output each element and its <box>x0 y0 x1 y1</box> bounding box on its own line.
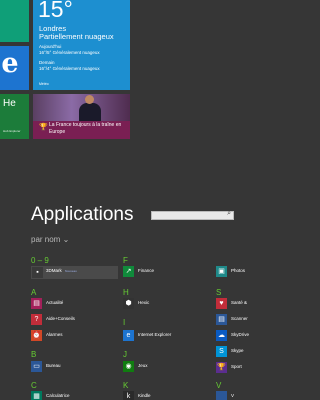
app-skype[interactable]: S Skype <box>216 346 250 358</box>
trophy-icon: 🏆 <box>39 124 48 131</box>
hexic-icon: ⬢ <box>123 298 134 309</box>
alarm-icon: ⏰ <box>31 330 42 341</box>
finance-icon: ↗ <box>123 266 134 277</box>
weather-tile[interactable]: 15° Londres Partiellement nuageux Aujour… <box>33 0 130 90</box>
weather-today-label: Aujourd'hui <box>39 44 62 49</box>
app-sante[interactable]: ♥ Santé & <box>216 298 250 310</box>
group-header-s[interactable]: S <box>216 288 221 297</box>
app-calculatrice[interactable]: ▦ Calculatrice <box>31 391 121 400</box>
health-tile[interactable]: He Hub Explorer <box>0 94 29 139</box>
search-icon[interactable]: ⌕ <box>227 210 231 218</box>
weather-condition: Partiellement nuageux <box>39 32 114 41</box>
app-bureau[interactable]: ▭ Bureau <box>31 361 121 373</box>
games-icon: ◉ <box>123 361 134 372</box>
app-calculatrice-label: Calculatrice <box>46 393 70 398</box>
group-header-v[interactable]: V <box>216 381 221 390</box>
app-icon <box>216 391 227 400</box>
weather-app-name: Météo <box>39 82 49 86</box>
app-3dmark[interactable]: ▪ 3DMark Nouveau <box>31 266 118 279</box>
app-hexic[interactable]: ⬢ Hexic <box>123 298 213 310</box>
app-3dmark-label: 3DMark <box>46 268 62 273</box>
scanner-icon: ▤ <box>216 314 227 325</box>
3dmark-icon: ▪ <box>32 267 43 278</box>
app-kindle[interactable]: k Kindle <box>123 391 213 400</box>
app-skydrive[interactable]: ☁ SkyDrive <box>216 330 250 342</box>
app-jeux-label: Jeux <box>138 363 148 368</box>
app-v[interactable]: V <box>216 391 250 400</box>
news-photo-player-head <box>85 95 94 104</box>
sort-by-name-dropdown[interactable]: par nom ⌄ <box>31 235 69 244</box>
weather-today-forecast: 16°/5° Généralement nuageux <box>39 50 100 55</box>
app-skype-label: Skype <box>231 348 244 353</box>
app-scanner-label: Scanner <box>231 316 248 321</box>
news-headline: La France toujours à la traîne en Europe <box>49 122 122 135</box>
group-header-h[interactable]: H <box>123 288 129 297</box>
app-kindle-label: Kindle <box>138 393 151 398</box>
skype-icon: S <box>216 346 227 357</box>
app-aide-conseils-label: Aide+Conseils <box>46 316 75 321</box>
photos-icon: ▣ <box>216 266 227 277</box>
app-jeux[interactable]: ◉ Jeux <box>123 361 213 373</box>
app-sport-label: Sport <box>231 364 242 369</box>
group-header-f[interactable]: F <box>123 256 128 265</box>
news-tile[interactable]: 🏆 La France toujours à la traîne en Euro… <box>33 94 130 139</box>
health-tile-title: He <box>3 98 16 109</box>
internet-explorer-tile[interactable]: e <box>0 46 29 90</box>
news-icon: ▤ <box>31 298 42 309</box>
app-alarmes[interactable]: ⏰ Alarmes <box>31 330 121 342</box>
group-header-i[interactable]: I <box>123 318 125 327</box>
weather-temperature: 15° <box>38 0 73 22</box>
app-scanner[interactable]: ▤ Scanner <box>216 314 250 326</box>
apps-title: Applications <box>31 204 134 225</box>
app-aide-conseils[interactable]: ? Aide+Conseils <box>31 314 121 326</box>
group-header-b[interactable]: B <box>31 350 36 359</box>
sport-icon: 🏆 <box>216 362 227 373</box>
health-icon: ♥ <box>216 298 227 309</box>
news-photo-player <box>79 103 101 121</box>
app-photos[interactable]: ▣ Photos <box>216 266 250 278</box>
app-photos-label: Photos <box>231 268 246 273</box>
group-header-0-9[interactable]: 0 – 9 <box>31 256 49 265</box>
skydrive-icon: ☁ <box>216 330 227 341</box>
weather-tomorrow-label: Demain <box>39 60 55 65</box>
calculator-icon: ▦ <box>31 391 42 400</box>
app-sport[interactable]: 🏆 Sport <box>216 362 250 374</box>
weather-tomorrow-forecast: 16°/4° Généralement nuageux <box>39 66 100 71</box>
ie-icon: e <box>123 330 134 341</box>
search-input[interactable]: ⌕ <box>151 210 234 220</box>
app-alarmes-label: Alarmes <box>46 332 63 337</box>
health-tile-subtitle: Hub Explorer <box>3 129 21 133</box>
app-internet-explorer-label: Internet Explorer <box>138 332 172 337</box>
app-sante-label: Santé & <box>231 300 248 305</box>
kindle-icon: k <box>123 391 134 400</box>
help-icon: ? <box>31 314 42 325</box>
app-actualite-label: Actualité <box>46 300 64 305</box>
news-photo <box>33 94 130 121</box>
app-finance-label: Finance <box>138 268 155 273</box>
group-header-c[interactable]: C <box>31 381 37 390</box>
group-header-j[interactable]: J <box>123 350 127 359</box>
app-v-label: V <box>231 393 235 398</box>
ie-icon: e <box>1 48 19 79</box>
app-actualite[interactable]: ▤ Actualité <box>31 298 121 310</box>
app-hexic-label: Hexic <box>138 300 150 305</box>
desktop-icon: ▭ <box>31 361 42 372</box>
app-bureau-label: Bureau <box>46 363 61 368</box>
group-header-k[interactable]: K <box>123 381 128 390</box>
app-internet-explorer[interactable]: e Internet Explorer <box>123 330 213 342</box>
app-skydrive-label: SkyDrive <box>231 332 250 337</box>
group-header-a[interactable]: A <box>31 288 36 297</box>
new-badge: Nouveau <box>64 269 77 273</box>
app-finance[interactable]: ↗ Finance <box>123 266 213 278</box>
store-tile[interactable] <box>0 0 29 42</box>
